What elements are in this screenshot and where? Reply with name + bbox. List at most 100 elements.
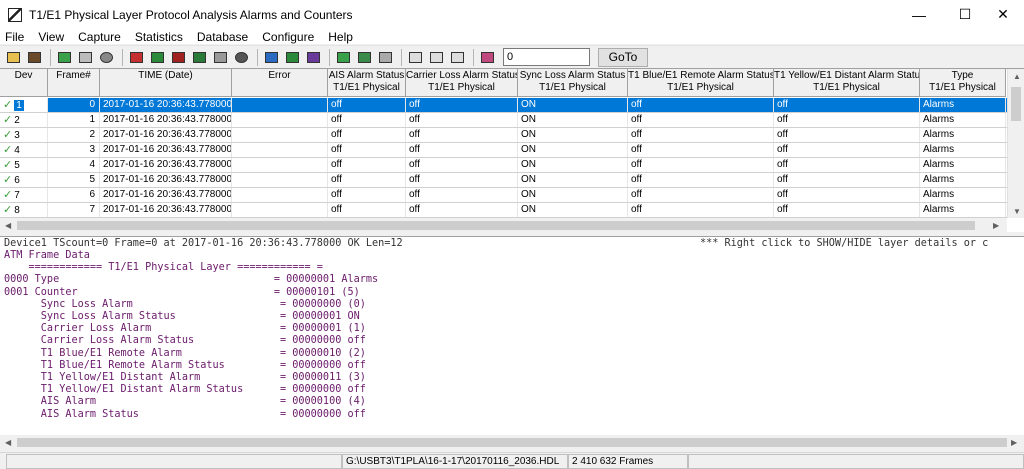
protocol-h2-icon[interactable] [283, 49, 301, 66]
pdf-icon[interactable] [448, 49, 466, 66]
goto-input[interactable]: 0 [503, 48, 590, 66]
database-icon[interactable] [169, 49, 187, 66]
grid-horizontal-scroll-thumb[interactable] [17, 221, 975, 230]
table-row[interactable]: ✓ 4 3 2017-01-16 20:36:43.778000 off off ON off… [0, 143, 1007, 158]
table-row[interactable]: ✓ 7 6 2017-01-16 20:36:43.778000 off off ON off… [0, 188, 1007, 203]
decode-d-icon[interactable] [427, 49, 445, 66]
column-header[interactable]: Error [232, 69, 328, 96]
column-header[interactable]: Dev [0, 69, 48, 96]
table-cell: 7 [48, 203, 100, 217]
table-cell: ON [518, 143, 628, 157]
funnel-icon[interactable] [355, 49, 373, 66]
scroll-left-icon[interactable]: ◀ [5, 221, 11, 230]
column-header[interactable]: Frame# [48, 69, 100, 96]
table-cell: Alarms [920, 173, 1006, 187]
menu-help[interactable]: Help [328, 30, 353, 44]
table-cell [232, 98, 328, 112]
menu-configure[interactable]: Configure [262, 30, 314, 44]
device-number: 4 [14, 145, 20, 156]
edit-icon[interactable] [76, 49, 94, 66]
column-header[interactable]: TIME (Date) [100, 69, 232, 96]
protocol-h-icon[interactable] [262, 49, 280, 66]
status-bar: G:\USBT3\T1PLA\16-1-17\20170116_2036.HDL… [0, 452, 1024, 469]
scroll-up-icon[interactable]: ▲ [1013, 72, 1021, 81]
detail-horizontal-scrollbar[interactable]: ◀ ▶ [0, 435, 1024, 450]
menu-capture[interactable]: Capture [78, 30, 121, 44]
stop-icon[interactable] [97, 49, 115, 66]
table-row[interactable]: ✓ 5 4 2017-01-16 20:36:43.778000 off off ON off… [0, 158, 1007, 173]
table-cell: ✓ 4 [0, 143, 48, 157]
detail-line: Carrier Loss Alarm = 00000001 (1) [4, 323, 366, 335]
menu-bar: File View Capture Statistics Database Co… [0, 29, 1024, 44]
table-row[interactable]: ✓ 2 1 2017-01-16 20:36:43.778000 off off ON off… [0, 113, 1007, 128]
device-number: 7 [14, 190, 20, 201]
table-cell: off [328, 173, 406, 187]
ok-check-icon: ✓ [3, 114, 13, 126]
scroll-right-icon[interactable]: ▶ [993, 221, 999, 230]
minimize-icon[interactable]: — [896, 0, 942, 29]
detail-header: Device1 TScount=0 Frame=0 at 2017-01-16 … [4, 238, 403, 249]
scroll-right-icon[interactable]: ▶ [1011, 438, 1017, 447]
protocol-h3-icon[interactable] [304, 49, 322, 66]
title-bar: T1/E1 Physical Layer Protocol Analysis A… [0, 0, 1024, 29]
save-icon[interactable] [190, 49, 208, 66]
column-header[interactable]: Sync Loss Alarm Status T1/E1 Physical [518, 69, 628, 96]
column-header-title: T1 Yellow/E1 Distant Alarm Status [774, 70, 920, 81]
column-header[interactable]: Type T1/E1 Physical [920, 69, 1006, 96]
columns-icon[interactable] [478, 49, 496, 66]
column-header[interactable]: T1 Blue/E1 Remote Alarm Status T1/E1 Phys… [628, 69, 774, 96]
grid-horizontal-scrollbar[interactable]: ◀ ▶ [0, 218, 1007, 233]
close-icon[interactable]: ✕ [980, 0, 1024, 29]
table-cell: off [774, 173, 920, 187]
open-folder-icon[interactable] [4, 49, 22, 66]
detail-line: 0000 Type = 00000001 Alarms [4, 274, 379, 286]
table-row[interactable]: ✓ 8 7 2017-01-16 20:36:43.778000 off off ON off… [0, 203, 1007, 218]
menu-statistics[interactable]: Statistics [135, 30, 183, 44]
table-cell: off [328, 203, 406, 217]
statistics-icon[interactable] [127, 49, 145, 66]
table-cell: ✓ 6 [0, 173, 48, 187]
table-cell [232, 158, 328, 172]
menu-view[interactable]: View [38, 30, 64, 44]
table-cell: off [774, 143, 920, 157]
chart-icon[interactable] [148, 49, 166, 66]
capture-icon[interactable] [25, 49, 43, 66]
detail-line: T1 Blue/E1 Remote Alarm = 00000010 (2) [4, 347, 366, 359]
frame-detail-pane[interactable]: Device1 TScount=0 Frame=0 at 2017-01-16 … [0, 236, 1024, 435]
set-filter-icon[interactable] [334, 49, 352, 66]
grid-vertical-scrollbar[interactable]: ▲ ▼ [1007, 69, 1024, 218]
column-header[interactable]: Carrier Loss Alarm Status T1/E1 Physical [406, 69, 518, 96]
table-cell: off [406, 188, 518, 202]
table-cell: ON [518, 188, 628, 202]
column-header[interactable]: T1 Yellow/E1 Distant Alarm Status T1/E1 P… [774, 69, 920, 96]
grid-vertical-scroll-thumb[interactable] [1011, 87, 1021, 121]
decode-c-icon[interactable] [406, 49, 424, 66]
table-cell: 3 [48, 143, 100, 157]
table-cell: 2017-01-16 20:36:43.778000 [100, 143, 232, 157]
record-icon[interactable] [232, 49, 250, 66]
grid-icon[interactable] [211, 49, 229, 66]
ok-check-icon: ✓ [3, 159, 13, 171]
filter-icon[interactable] [55, 49, 73, 66]
table-cell [232, 173, 328, 187]
table-row[interactable]: ✓ 3 2 2017-01-16 20:36:43.778000 off off ON off… [0, 128, 1007, 143]
table-cell: off [328, 113, 406, 127]
goto-button[interactable]: GoTo [598, 47, 648, 67]
toolbar-separator [257, 48, 258, 66]
detail-line: AIS Alarm Status = 00000000 off [4, 408, 366, 420]
menu-file[interactable]: File [5, 30, 24, 44]
table-cell: 0 [48, 98, 100, 112]
table-cell: ON [518, 158, 628, 172]
column-header[interactable]: AIS Alarm Status T1/E1 Physical [328, 69, 406, 96]
table-cell: ✓ 5 [0, 158, 48, 172]
table-row[interactable]: ✓ 6 5 2017-01-16 20:36:43.778000 off off ON off… [0, 173, 1007, 188]
clear-filter-icon[interactable] [376, 49, 394, 66]
table-cell: ✓ 3 [0, 128, 48, 142]
scroll-down-icon[interactable]: ▼ [1013, 207, 1021, 216]
menu-database[interactable]: Database [197, 30, 248, 44]
detail-horizontal-scroll-thumb[interactable] [17, 438, 1007, 447]
table-row[interactable]: ✓ 1 0 2017-01-16 20:36:43.778000 off off ON off… [0, 98, 1007, 113]
scroll-left-icon[interactable]: ◀ [5, 438, 11, 447]
column-header-title: T1 Blue/E1 Remote Alarm Status [628, 70, 774, 81]
status-frame-count: 2 410 632 Frames [568, 454, 688, 469]
